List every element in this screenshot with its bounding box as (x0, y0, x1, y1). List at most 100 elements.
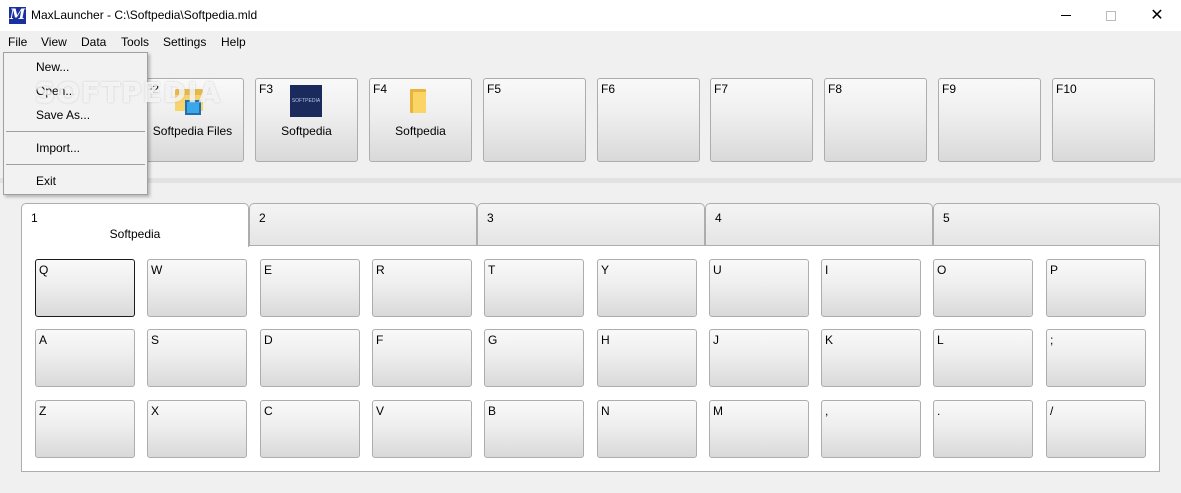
tab-number: 5 (943, 211, 950, 225)
key-t[interactable]: T (484, 259, 584, 317)
key-a[interactable]: A (35, 329, 135, 387)
key-semicolon[interactable]: ; (1046, 329, 1146, 387)
key-label: O (937, 263, 947, 277)
fkey-label: F9 (942, 82, 957, 96)
folder-icon (410, 89, 426, 113)
fkey-f9[interactable]: F9 (938, 78, 1041, 162)
menu-save-as[interactable]: Save As... (36, 108, 90, 122)
fkey-label: F10 (1056, 82, 1077, 96)
title-bar: M MaxLauncher - C:\Softpedia\Softpedia.m… (0, 0, 1181, 31)
key-i[interactable]: I (821, 259, 921, 317)
maximize-icon (1106, 10, 1116, 21)
fkey-label: F5 (487, 82, 502, 96)
key-x[interactable]: X (147, 400, 247, 458)
key-label: W (151, 263, 163, 277)
key-j[interactable]: J (709, 329, 809, 387)
tab-5[interactable]: 5 (933, 203, 1160, 246)
key-f[interactable]: F (372, 329, 472, 387)
fkey-name: Softpedia (395, 124, 446, 138)
key-label: E (264, 263, 273, 277)
fkey-f6[interactable]: F6 (597, 78, 700, 162)
fkey-f5[interactable]: F5 (483, 78, 586, 162)
key-g[interactable]: G (484, 329, 584, 387)
menu-data[interactable]: Data (81, 35, 106, 49)
key-m[interactable]: M (709, 400, 809, 458)
key-n[interactable]: N (597, 400, 697, 458)
key-label: . (937, 404, 941, 418)
key-label: F (376, 333, 384, 347)
divider (0, 178, 1181, 183)
key-label: T (488, 263, 496, 277)
key-label: U (713, 263, 722, 277)
menu-import[interactable]: Import... (36, 141, 80, 155)
key-label: R (376, 263, 385, 277)
fkey-f8[interactable]: F8 (824, 78, 927, 162)
fkey-label: F6 (601, 82, 616, 96)
menu-bar: File View Data Tools Settings Help (0, 31, 1181, 53)
key-o[interactable]: O (933, 259, 1033, 317)
close-icon: ✕ (1150, 6, 1164, 24)
key-u[interactable]: U (709, 259, 809, 317)
menu-tools[interactable]: Tools (121, 35, 149, 49)
key-z[interactable]: Z (35, 400, 135, 458)
minimize-icon (1061, 15, 1071, 16)
window-title: MaxLauncher - C:\Softpedia\Softpedia.mld (31, 8, 258, 22)
fkey-f3[interactable]: F3 SOFTPEDIA Softpedia (255, 78, 358, 162)
menu-settings[interactable]: Settings (163, 35, 206, 49)
key-comma[interactable]: , (821, 400, 921, 458)
key-p[interactable]: P (1046, 259, 1146, 317)
fkey-f10[interactable]: F10 (1052, 78, 1155, 162)
fkey-f7[interactable]: F7 (710, 78, 813, 162)
key-v[interactable]: V (372, 400, 472, 458)
key-e[interactable]: E (260, 259, 360, 317)
key-l[interactable]: L (933, 329, 1033, 387)
fkey-label: F4 (373, 82, 388, 96)
key-r[interactable]: R (372, 259, 472, 317)
menu-separator (6, 164, 145, 165)
key-w[interactable]: W (147, 259, 247, 317)
key-label: N (601, 404, 610, 418)
menu-view[interactable]: View (41, 35, 67, 49)
key-label: D (264, 333, 273, 347)
key-label: V (376, 404, 385, 418)
key-label: B (488, 404, 497, 418)
tab-number: 1 (31, 211, 38, 225)
key-label: J (713, 333, 719, 347)
menu-new[interactable]: New... (36, 60, 69, 74)
key-d[interactable]: D (260, 329, 360, 387)
key-k[interactable]: K (821, 329, 921, 387)
key-c[interactable]: C (260, 400, 360, 458)
key-b[interactable]: B (484, 400, 584, 458)
key-y[interactable]: Y (597, 259, 697, 317)
minimize-button[interactable] (1043, 0, 1089, 31)
key-period[interactable]: . (933, 400, 1033, 458)
key-label: G (488, 333, 498, 347)
key-label: S (151, 333, 160, 347)
tab-1[interactable]: 1 Softpedia (21, 203, 249, 247)
tab-2[interactable]: 2 (249, 203, 477, 246)
watermark: SOFTPEDIA (35, 76, 222, 109)
menu-exit[interactable]: Exit (36, 174, 56, 188)
close-button[interactable]: ✕ (1134, 0, 1180, 31)
key-label: L (937, 333, 944, 347)
tab-4[interactable]: 4 (705, 203, 933, 246)
tab-3[interactable]: 3 (477, 203, 705, 246)
key-label: , (825, 404, 829, 418)
fkey-label: F3 (259, 82, 274, 96)
menu-help[interactable]: Help (221, 35, 246, 49)
app-icon: M (9, 7, 26, 24)
menu-separator (6, 131, 145, 132)
maximize-button[interactable] (1088, 0, 1134, 31)
fkey-name: Softpedia Files (152, 124, 233, 138)
fkey-f4[interactable]: F4 Softpedia (369, 78, 472, 162)
key-label: P (1050, 263, 1059, 277)
tab-number: 2 (259, 211, 266, 225)
key-s[interactable]: S (147, 329, 247, 387)
key-label: / (1050, 404, 1054, 418)
key-slash[interactable]: / (1046, 400, 1146, 458)
key-h[interactable]: H (597, 329, 697, 387)
key-q[interactable]: Q (35, 259, 135, 317)
tab-name: Softpedia (109, 227, 161, 241)
menu-file[interactable]: File (8, 35, 27, 49)
key-label: Y (601, 263, 610, 277)
